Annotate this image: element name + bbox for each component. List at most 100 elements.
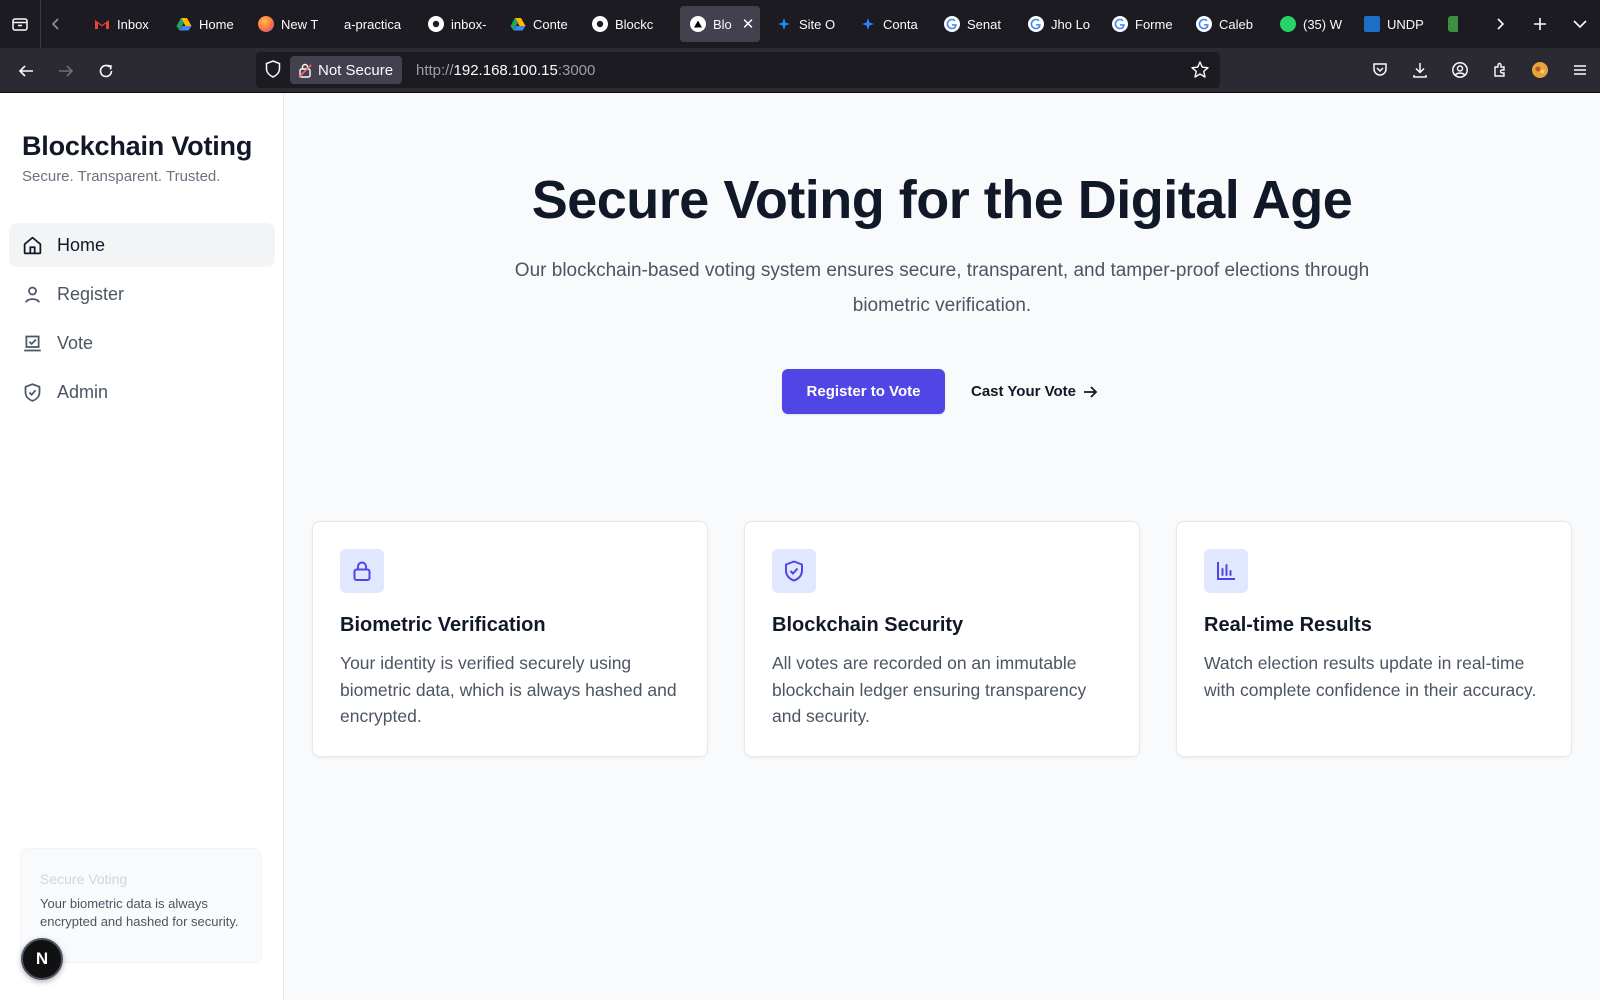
browser-tab[interactable]: Site O (766, 6, 844, 42)
sidebar-item-vote[interactable]: Vote (9, 321, 275, 365)
browser-tab-label: New T (281, 16, 319, 32)
browser-tab[interactable]: Senat (934, 6, 1012, 42)
close-tab-icon[interactable]: ✕ (742, 15, 755, 33)
browser-tab[interactable]: Inbox (84, 6, 162, 42)
browser-tab[interactable]: UNDP (1354, 6, 1432, 42)
url-scheme: http:// (416, 62, 454, 79)
sidebar-menu: Home Register Vote Admin (9, 223, 275, 419)
sidebar-item-label: Register (57, 283, 125, 304)
drive-icon (176, 16, 192, 32)
browser-tab-label: Site O (799, 16, 836, 32)
browser-tab[interactable]: Caleb (1186, 6, 1264, 42)
nextjs-dev-badge[interactable]: N (21, 938, 63, 980)
browser-tab[interactable]: A (1438, 6, 1458, 42)
scroll-tabs-left-icon[interactable] (41, 0, 71, 48)
tabbar-controls (1480, 0, 1600, 48)
app-menu-icon[interactable] (1560, 48, 1600, 92)
browser-tab[interactable]: Forme (1102, 6, 1180, 42)
feature-title: Blockchain Security (772, 614, 964, 636)
openai-icon (592, 16, 608, 32)
browser-tab[interactable]: New T (248, 6, 326, 42)
main-content: Secure Voting for the Digital Age Our bl… (284, 93, 1600, 1000)
browser-tab[interactable]: (35) W (1270, 6, 1348, 42)
browser-tab-label: inbox- (451, 16, 487, 32)
extensions-icon[interactable] (1480, 48, 1520, 92)
feature-title: Biometric Verification (340, 614, 546, 636)
lock-icon (353, 561, 371, 581)
hero-subtitle: Our blockchain-based voting system ensur… (514, 260, 1370, 316)
scroll-tabs-right-icon[interactable] (1480, 0, 1520, 48)
feature-card-results: Real-time Results Watch election results… (1176, 521, 1572, 757)
reload-icon[interactable] (91, 56, 121, 86)
info-card-text: Your biometric data is always encrypted … (40, 896, 239, 929)
browser-tab-bar: Inbox Home New T a-practica inbox- Conte Block… (0, 0, 1600, 48)
browser-tab[interactable]: Home (166, 6, 244, 42)
browser-tab-label: Inbox (117, 16, 149, 32)
bookmark-star-icon[interactable] (1190, 60, 1210, 85)
url-host: 192.168.100.15 (453, 62, 558, 79)
browser-tab[interactable]: Jho Lo (1018, 6, 1096, 42)
not-secure-indicator[interactable]: Not Secure (290, 56, 403, 84)
gmail-icon (94, 16, 110, 32)
sidebar-item-register[interactable]: Register (9, 272, 275, 316)
register-to-vote-button[interactable]: Register to Vote (782, 369, 945, 414)
user-icon (25, 286, 40, 303)
browser-tab[interactable]: Conte (500, 6, 578, 42)
browser-tab-label: Blockc (615, 16, 654, 32)
browser-tab[interactable]: Blo ✕ (680, 6, 760, 42)
app-title: Blockchain Voting (22, 131, 253, 161)
forward-arrow-icon[interactable] (51, 56, 81, 86)
firefox-icon (258, 16, 274, 32)
shield-check-icon (24, 382, 41, 402)
browser-tab-label: Conta (883, 16, 918, 32)
arrow-right-icon (1084, 385, 1098, 398)
browser-tab-label: (35) W (1303, 16, 1342, 32)
feature-title: Real-time Results (1204, 614, 1372, 636)
browser-tab-label: Blo (713, 16, 732, 32)
home-icon (23, 236, 42, 254)
list-all-tabs-icon[interactable] (1560, 0, 1600, 48)
confluence-icon (776, 16, 792, 32)
back-arrow-icon[interactable] (11, 56, 41, 86)
feature-card-biometric: Biometric Verification Your identity is … (312, 521, 708, 757)
feature-icon-box (772, 549, 816, 593)
leaf-icon (1448, 16, 1458, 32)
undp-icon (1364, 16, 1380, 32)
triangle-icon (690, 16, 706, 32)
url-port: :3000 (557, 62, 596, 79)
browser-tab-label: UNDP (1387, 16, 1424, 32)
info-card-title: Secure Voting (40, 871, 128, 887)
browser-tab[interactable]: Conta (850, 6, 928, 42)
github-icon (428, 16, 444, 32)
browser-tab[interactable]: inbox- (418, 6, 496, 42)
google-icon (1028, 16, 1044, 32)
profile-avatar-icon[interactable] (1520, 48, 1560, 92)
url-text[interactable]: http://192.168.100.15:3000 (416, 62, 595, 79)
hero-title: Secure Voting for the Digital Age (531, 170, 1353, 230)
feature-description: All votes are recorded on an immutable b… (772, 653, 1087, 726)
cast-your-vote-link[interactable]: Cast Your Vote (971, 369, 1098, 414)
browser-tab-label: Senat (967, 16, 1001, 32)
tab-strip: Inbox Home New T a-practica inbox- Conte Block… (84, 0, 1458, 48)
sidebar-item-home[interactable]: Home (9, 223, 275, 267)
new-tab-icon[interactable] (1520, 0, 1560, 48)
account-icon[interactable] (1440, 48, 1480, 92)
browser-tab-label: Jho Lo (1051, 16, 1091, 32)
app-tagline: Secure. Transparent. Trusted. (22, 168, 221, 185)
sidebar-item-label: Vote (57, 332, 94, 353)
confluence-icon (860, 16, 876, 32)
feature-description: Watch election results update in real-ti… (1204, 653, 1537, 700)
tab-overview-icon[interactable] (0, 0, 40, 48)
tracking-protection-icon[interactable] (264, 59, 282, 84)
pocket-icon[interactable] (1360, 48, 1400, 92)
browser-tab-label: a-practica (344, 16, 402, 32)
google-icon (944, 16, 960, 32)
sidebar-item-admin[interactable]: Admin (9, 370, 275, 414)
browser-tab[interactable]: Blockc (582, 6, 660, 42)
browser-tab[interactable]: a-practica (334, 6, 412, 42)
url-bar[interactable]: Not Secure http://192.168.100.15:3000 (256, 52, 1220, 88)
downloads-icon[interactable] (1400, 48, 1440, 92)
browser-tab-label: Home (199, 16, 234, 32)
cast-your-vote-label: Cast Your Vote (971, 383, 1077, 400)
vote-icon (24, 335, 41, 351)
